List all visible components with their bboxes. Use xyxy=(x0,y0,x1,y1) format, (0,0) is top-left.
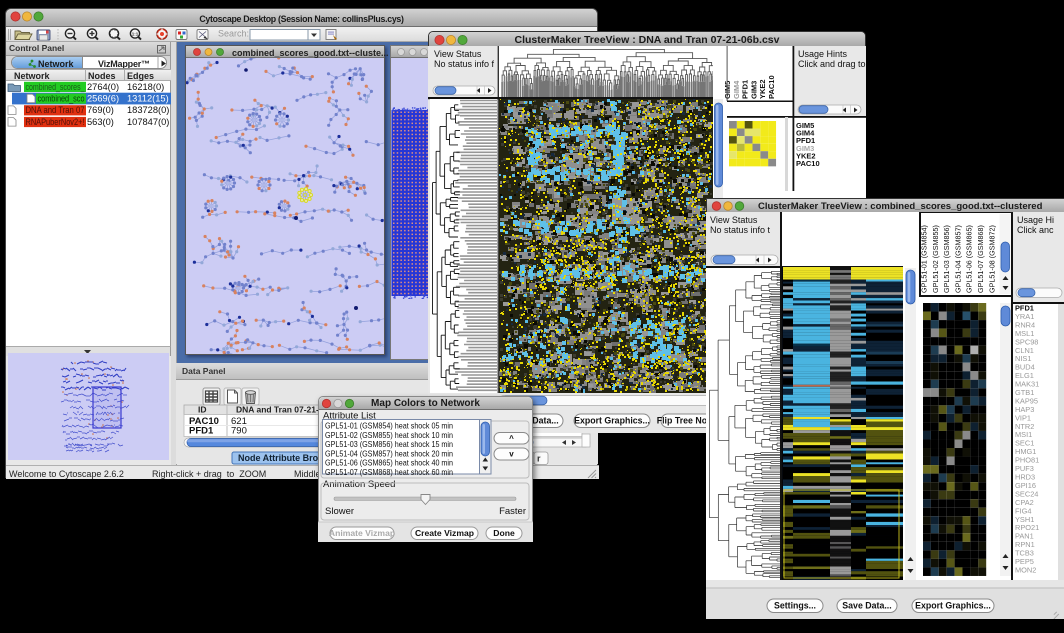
svg-text:Export Graphics...: Export Graphics... xyxy=(574,416,650,426)
svg-text:No status info t: No status info t xyxy=(710,225,771,235)
svg-text:16218(0): 16218(0) xyxy=(127,82,164,92)
svg-text:GPL51-07 (GSM868) heat shock 6: GPL51-07 (GSM868) heat shock 60 min xyxy=(325,467,453,477)
svg-text:Settings...: Settings... xyxy=(774,601,816,611)
svg-text:790: 790 xyxy=(231,426,247,437)
svg-text:GPL51-07 (GSM868): GPL51-07 (GSM868) xyxy=(976,225,985,293)
svg-text:Click and drag to: Click and drag to xyxy=(798,59,866,69)
svg-text:PAC10: PAC10 xyxy=(767,75,776,99)
svg-text:View Status: View Status xyxy=(434,49,482,59)
svg-text:GPL51-01 (GSM854): GPL51-01 (GSM854) xyxy=(920,225,929,293)
svg-text:View Status: View Status xyxy=(710,215,758,225)
svg-text:2569(6): 2569(6) xyxy=(87,94,119,104)
svg-text:v: v xyxy=(509,450,514,459)
svg-text:GPL51-04 (GSM857): GPL51-04 (GSM857) xyxy=(953,225,962,293)
svg-text:GIM4: GIM4 xyxy=(732,80,741,99)
svg-text:769(0): 769(0) xyxy=(87,105,114,115)
svg-text:13112(15): 13112(15) xyxy=(127,94,169,104)
svg-text:RNAPuberNov2+!: RNAPuberNov2+! xyxy=(26,117,85,127)
svg-text:2764(0): 2764(0) xyxy=(87,82,119,92)
svg-text:563(0): 563(0) xyxy=(87,117,114,127)
svg-text:Animation Speed: Animation Speed xyxy=(323,479,395,490)
svg-text:MON2: MON2 xyxy=(1015,565,1036,574)
svg-text:PAC10: PAC10 xyxy=(796,159,820,168)
svg-text:1:1: 1:1 xyxy=(132,31,139,36)
svg-text:GPL51-03 (GSM856): GPL51-03 (GSM856) xyxy=(942,225,951,293)
svg-text:YKE2: YKE2 xyxy=(758,79,767,99)
svg-text:GIM3: GIM3 xyxy=(749,81,758,99)
svg-text:combined_sco: combined_sco xyxy=(38,94,85,104)
svg-text:Faster: Faster xyxy=(499,506,526,517)
svg-text:^: ^ xyxy=(509,434,514,443)
svg-text:PFD1: PFD1 xyxy=(189,426,214,437)
svg-text:DNA and Tran 07: DNA and Tran 07 xyxy=(26,105,85,115)
svg-text:GPL51-06 (GSM865): GPL51-06 (GSM865) xyxy=(965,225,974,293)
svg-text:Node Attribute Brows: Node Attribute Brows xyxy=(238,453,330,463)
svg-text:Click anc: Click anc xyxy=(1017,225,1054,235)
svg-text:183728(0): 183728(0) xyxy=(127,105,169,115)
svg-text:Usage Hints: Usage Hints xyxy=(798,49,848,59)
svg-text:GPL51-08 (GSM872): GPL51-08 (GSM872) xyxy=(987,225,996,293)
svg-text:Animate Vizmap: Animate Vizmap xyxy=(329,528,395,538)
svg-text:No status info f: No status info f xyxy=(434,59,495,69)
svg-text:combined_scores_: combined_scores_ xyxy=(26,82,86,92)
svg-text:Export Graphics...: Export Graphics... xyxy=(915,601,991,611)
svg-text:r: r xyxy=(537,454,541,464)
svg-text:Save Data...: Save Data... xyxy=(842,601,891,611)
svg-text:ID: ID xyxy=(198,405,207,415)
svg-text:PFD1: PFD1 xyxy=(741,80,750,99)
svg-text:Slower: Slower xyxy=(325,506,354,517)
svg-text:107847(0): 107847(0) xyxy=(127,117,169,127)
svg-text:Search:: Search: xyxy=(218,29,249,39)
svg-text:GPL51-02 (GSM855): GPL51-02 (GSM855) xyxy=(931,225,940,293)
svg-text:Create Vizmap: Create Vizmap xyxy=(415,528,474,538)
svg-text:Done: Done xyxy=(493,528,515,538)
svg-text:Usage Hi: Usage Hi xyxy=(1017,215,1054,225)
